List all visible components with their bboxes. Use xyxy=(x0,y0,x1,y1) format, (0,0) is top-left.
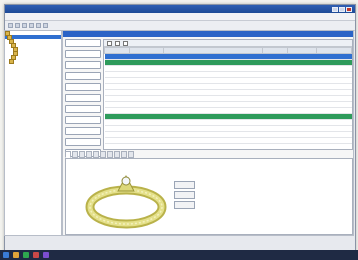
tab[interactable] xyxy=(114,151,120,158)
table-cell xyxy=(129,137,164,144)
side-button[interactable] xyxy=(65,116,101,124)
tab[interactable] xyxy=(93,151,99,158)
maximize-icon[interactable] xyxy=(339,6,345,12)
side-button[interactable] xyxy=(65,127,101,135)
toolbar-icon[interactable] xyxy=(8,23,13,28)
tab[interactable] xyxy=(128,151,134,158)
explorer-icon[interactable] xyxy=(13,252,19,258)
tree-node[interactable] xyxy=(5,59,61,64)
table-cell xyxy=(262,137,288,144)
app-icon[interactable] xyxy=(33,252,39,258)
filter-checkbox[interactable] xyxy=(123,40,128,46)
start-icon[interactable] xyxy=(3,252,9,258)
toolbar-icon[interactable] xyxy=(43,23,48,28)
side-button[interactable] xyxy=(65,39,101,47)
filter-checkbox[interactable] xyxy=(107,40,112,46)
side-button[interactable] xyxy=(65,72,101,80)
detail-button[interactable] xyxy=(174,191,195,199)
tab[interactable] xyxy=(100,151,106,158)
side-button[interactable] xyxy=(65,83,101,91)
table-cell xyxy=(316,137,352,144)
side-button[interactable] xyxy=(65,94,101,102)
app-icon[interactable] xyxy=(23,252,29,258)
toolbar-icon[interactable] xyxy=(22,23,27,28)
table-cell xyxy=(163,137,263,144)
tab[interactable] xyxy=(121,151,127,158)
filter-checkbox[interactable] xyxy=(115,40,120,46)
table-row[interactable] xyxy=(104,137,352,144)
grid-filter-bar xyxy=(104,40,352,47)
tab[interactable] xyxy=(79,151,85,158)
side-button[interactable] xyxy=(65,138,101,146)
toolbar-icon[interactable] xyxy=(29,23,34,28)
detail-button-group xyxy=(174,181,195,211)
main-panel xyxy=(62,30,354,236)
tab[interactable] xyxy=(65,151,71,158)
data-grid xyxy=(103,39,353,150)
tab[interactable] xyxy=(107,151,113,158)
table-cell xyxy=(287,137,317,144)
taskbar xyxy=(0,250,358,260)
side-button[interactable] xyxy=(65,105,101,113)
folder-icon xyxy=(9,59,14,64)
toolbar-icon[interactable] xyxy=(36,23,41,28)
tab[interactable] xyxy=(86,151,92,158)
table-cell xyxy=(104,137,130,144)
results-table xyxy=(104,47,352,144)
detail-button[interactable] xyxy=(174,201,195,209)
close-icon[interactable] xyxy=(346,6,352,12)
navigation-tree xyxy=(4,30,62,236)
toolbar-icon[interactable] xyxy=(15,23,20,28)
side-button[interactable] xyxy=(65,50,101,58)
detail-button[interactable] xyxy=(174,181,195,189)
side-button[interactable] xyxy=(65,61,101,69)
title-bar xyxy=(5,5,355,13)
table-body xyxy=(104,53,352,144)
app-icon[interactable] xyxy=(43,252,49,258)
detail-panel xyxy=(65,158,353,235)
detail-tabs xyxy=(65,151,351,158)
panel-header xyxy=(63,31,353,37)
menu-bar xyxy=(5,13,355,21)
ring-product-image xyxy=(85,174,167,229)
tab[interactable] xyxy=(72,151,78,158)
minimize-icon[interactable] xyxy=(332,6,338,12)
